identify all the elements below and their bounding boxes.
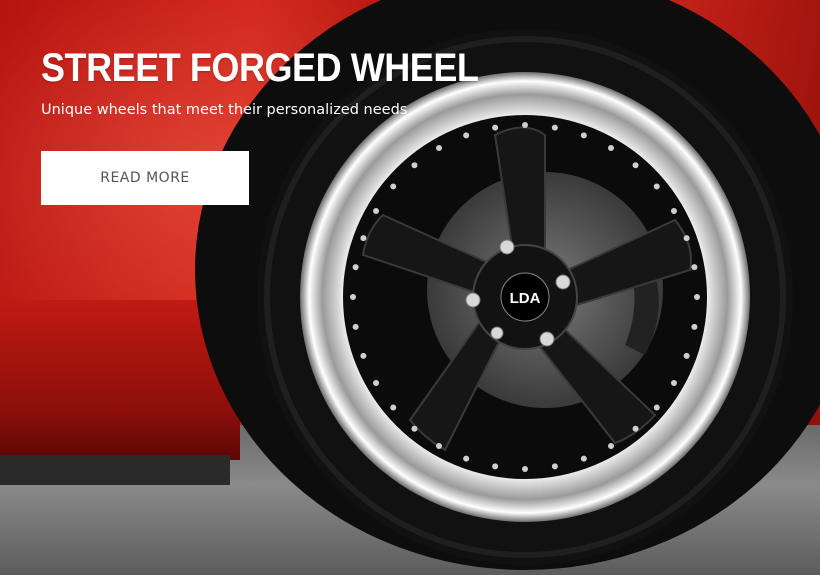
rim-bolt	[691, 264, 698, 271]
rim-bolt	[522, 122, 528, 128]
rim-bolt	[632, 425, 639, 432]
rim-bolt	[551, 463, 558, 470]
rim-bolt	[352, 323, 359, 330]
rim-bolt	[463, 132, 470, 139]
rim-bolt	[683, 352, 690, 359]
rim-bolt	[653, 183, 660, 190]
hero-subtitle: Unique wheels that meet their personaliz…	[41, 102, 408, 118]
rim-bolt	[670, 208, 677, 214]
rim-bolt	[632, 162, 639, 169]
rim-bolt	[411, 425, 418, 432]
wheel-logo: LDA	[510, 290, 541, 307]
rim-bolt	[608, 442, 614, 449]
rim-bolt	[463, 455, 470, 462]
rim-bolt	[653, 404, 660, 411]
rim-bolt	[350, 294, 356, 300]
rim-bolt	[360, 235, 367, 242]
hero-copy: STREET FORGED WHEEL Unique wheels that m…	[41, 44, 527, 118]
rim-bolt	[608, 145, 614, 152]
rim-bolt	[522, 466, 528, 472]
rim-bolt	[390, 183, 397, 190]
rim-bolt	[670, 380, 677, 386]
rim-bolt	[436, 145, 442, 152]
rim-bolt	[580, 132, 587, 139]
rim-bolt	[683, 235, 690, 242]
rim-bolt	[360, 352, 367, 359]
rim-bolt	[352, 264, 359, 271]
rim-bolt	[551, 124, 558, 131]
rim-bolt	[580, 455, 587, 462]
hero-title: STREET FORGED WHEEL	[41, 46, 479, 90]
rim-bolt	[492, 124, 499, 131]
rim-bolt	[691, 323, 698, 330]
read-more-button[interactable]: READ MORE	[41, 151, 249, 205]
rim-bolt	[373, 380, 380, 386]
rim-bolt	[694, 294, 700, 300]
rim-bolt	[390, 404, 397, 411]
rim-bolt	[373, 208, 380, 214]
rim-bolt	[436, 442, 442, 449]
car-side-skirt	[0, 455, 230, 485]
rim-bolt	[411, 162, 418, 169]
rim-bolt	[492, 463, 499, 470]
hero-banner: LDA STREET FORGED WHEEL Unique wheels th…	[0, 0, 820, 575]
